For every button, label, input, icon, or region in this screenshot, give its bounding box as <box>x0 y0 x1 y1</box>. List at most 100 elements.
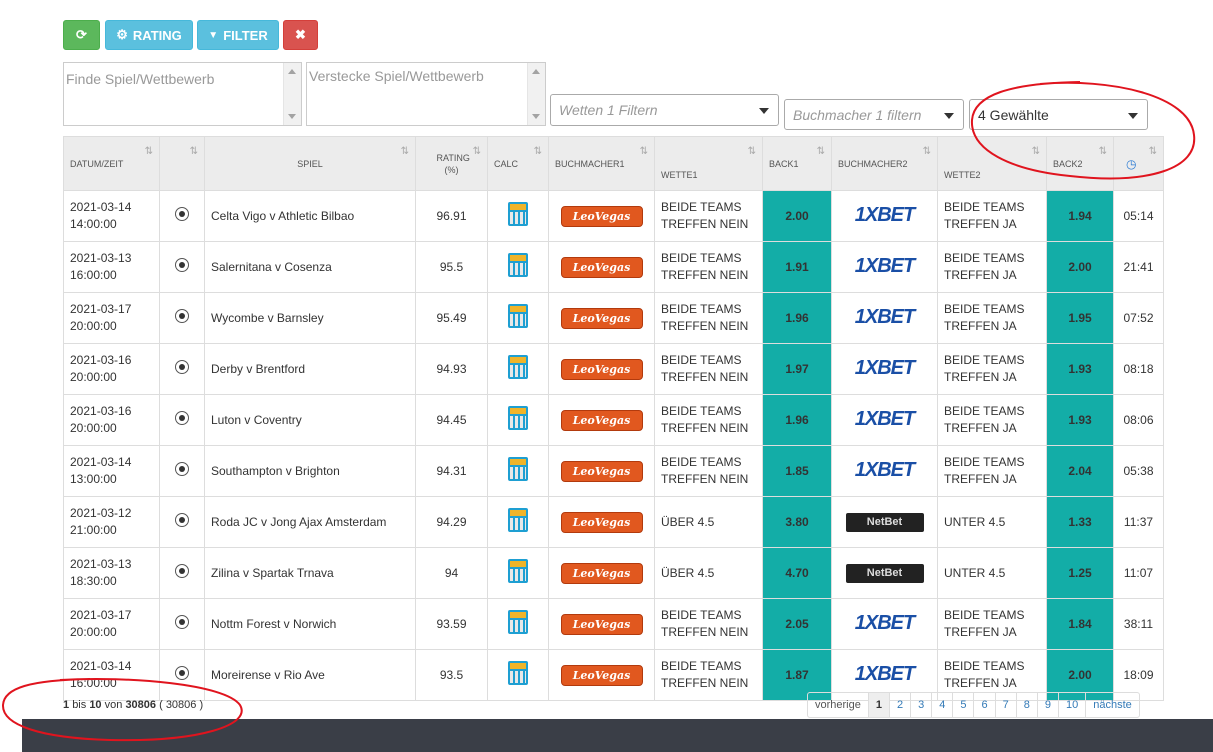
header-wette1[interactable]: WETTE1 ⇅ <box>654 136 763 191</box>
clear-button[interactable]: ✖ <box>283 20 318 50</box>
header-buchmacher2[interactable]: BUCHMACHER2 ⇅ <box>831 136 938 191</box>
cell-calc[interactable] <box>487 343 549 395</box>
sort-icon[interactable]: ⇅ <box>145 146 154 157</box>
cell-calc[interactable] <box>487 598 549 650</box>
cell-bookmaker2[interactable]: 1XBET <box>831 292 938 344</box>
cell-calc[interactable] <box>487 292 549 344</box>
header-wette2[interactable]: WETTE2 ⇅ <box>937 136 1047 191</box>
cell-back1[interactable]: 1.85 <box>762 445 832 497</box>
cell-bookmaker2[interactable]: NetBet <box>831 547 938 599</box>
find-scrollbar[interactable] <box>283 63 301 125</box>
cell-bookmaker2[interactable]: 1XBET <box>831 241 938 293</box>
pagination-page[interactable]: 5 <box>952 693 973 717</box>
cell-match[interactable]: Luton v Coventry <box>204 394 416 446</box>
table-row[interactable]: 2021-03-13 16:00:00 Salernitana v Cosenza 9… <box>63 241 1164 293</box>
pagination-page[interactable]: 2 <box>888 693 910 717</box>
hide-scrollbar[interactable] <box>527 63 545 125</box>
pagination-page[interactable]: 7 <box>994 693 1016 717</box>
cell-bookmaker2[interactable]: 1XBET <box>831 343 938 395</box>
table-row[interactable]: 2021-03-16 20:00:00 Derby v Brentford 94.93… <box>63 343 1164 395</box>
cell-back1[interactable]: 4.70 <box>762 547 832 599</box>
cell-calc[interactable] <box>487 496 549 548</box>
cell-back1[interactable]: 1.91 <box>762 241 832 293</box>
cell-match[interactable]: Roda JC v Jong Ajax Amsterdam <box>204 496 416 548</box>
header-datum-zeit[interactable]: DATUM/ZEIT ⇅ <box>63 136 160 191</box>
sort-icon[interactable]: ⇅ <box>1099 146 1108 157</box>
calculator-icon[interactable] <box>508 507 528 532</box>
hide-match-input[interactable]: Verstecke Spiel/Wettbewerb <box>306 62 546 126</box>
selected-filter-select[interactable]: 4 Gewählte <box>969 99 1148 130</box>
cell-bookmaker1[interactable]: LeoVegas <box>548 649 655 701</box>
sort-icon[interactable]: ⇅ <box>190 146 199 157</box>
bets-filter-select[interactable]: Wetten 1 Filtern <box>550 94 779 126</box>
calculator-icon[interactable] <box>508 303 528 328</box>
cell-back2[interactable]: 1.84 <box>1046 598 1114 650</box>
pagination-page[interactable]: 8 <box>1015 693 1037 717</box>
pagination-prev[interactable]: vorherige <box>808 693 868 717</box>
cell-bookmaker1[interactable]: LeoVegas <box>548 394 655 446</box>
sort-icon[interactable]: ⇅ <box>1032 146 1041 157</box>
cell-bookmaker1[interactable]: LeoVegas <box>548 547 655 599</box>
cell-bookmaker2[interactable]: NetBet <box>831 496 938 548</box>
cell-back2[interactable]: 1.93 <box>1046 343 1114 395</box>
table-row[interactable]: 2021-03-17 20:00:00 Nottm Forest v Norwich… <box>63 598 1164 650</box>
cell-back1[interactable]: 2.05 <box>762 598 832 650</box>
cell-back1[interactable]: 2.00 <box>762 190 832 242</box>
cell-bookmaker1[interactable]: LeoVegas <box>548 292 655 344</box>
cell-calc[interactable] <box>487 649 549 701</box>
find-match-input[interactable]: Finde Spiel/Wettbewerb <box>63 62 302 126</box>
calculator-icon[interactable] <box>508 201 528 226</box>
calculator-icon[interactable] <box>508 558 528 583</box>
cell-match[interactable]: Nottm Forest v Norwich <box>204 598 416 650</box>
cell-back2[interactable]: 2.00 <box>1046 241 1114 293</box>
cell-back2[interactable]: 2.04 <box>1046 445 1114 497</box>
cell-back2[interactable]: 1.94 <box>1046 190 1114 242</box>
sort-icon[interactable]: ⇅ <box>817 146 826 157</box>
cell-back2[interactable]: 1.93 <box>1046 394 1114 446</box>
header-back2[interactable]: BACK2 ⇅ <box>1046 136 1114 191</box>
table-row[interactable]: 2021-03-12 21:00:00 Roda JC v Jong Ajax Am… <box>63 496 1164 548</box>
calculator-icon[interactable] <box>508 354 528 379</box>
cell-back1[interactable]: 3.80 <box>762 496 832 548</box>
cell-calc[interactable] <box>487 547 549 599</box>
cell-match[interactable]: Celta Vigo v Athletic Bilbao <box>204 190 416 242</box>
cell-match[interactable]: Southampton v Brighton <box>204 445 416 497</box>
cell-bookmaker1[interactable]: LeoVegas <box>548 445 655 497</box>
pagination-page[interactable]: 1 <box>867 693 889 717</box>
cell-calc[interactable] <box>487 190 549 242</box>
cell-back1[interactable]: 1.96 <box>762 292 832 344</box>
pagination-page[interactable]: 3 <box>910 693 931 717</box>
sort-icon[interactable]: ⇅ <box>401 146 410 157</box>
header-sport[interactable]: ⇅ <box>159 136 205 191</box>
cell-bookmaker1[interactable]: LeoVegas <box>548 598 655 650</box>
table-row[interactable]: 2021-03-14 13:00:00 Southampton v Brighton… <box>63 445 1164 497</box>
cell-calc[interactable] <box>487 241 549 293</box>
cell-calc[interactable] <box>487 394 549 446</box>
pagination-next[interactable]: nächste <box>1085 693 1139 717</box>
sort-icon[interactable]: ⇅ <box>748 146 757 157</box>
cell-bookmaker1[interactable]: LeoVegas <box>548 190 655 242</box>
sort-icon[interactable]: ⇅ <box>473 146 482 158</box>
cell-match[interactable]: Derby v Brentford <box>204 343 416 395</box>
cell-match[interactable]: Zilina v Spartak Trnava <box>204 547 416 599</box>
cell-match[interactable]: Wycombe v Barnsley <box>204 292 416 344</box>
sort-icon[interactable]: ⇅ <box>640 146 649 157</box>
sort-icon[interactable]: ⇅ <box>534 146 543 157</box>
calculator-icon[interactable] <box>508 252 528 277</box>
table-row[interactable]: 2021-03-17 20:00:00 Wycombe v Barnsley 95.4… <box>63 292 1164 344</box>
header-back1[interactable]: BACK1 ⇅ <box>762 136 832 191</box>
pagination-page[interactable]: 10 <box>1057 693 1085 717</box>
cell-back2[interactable]: 1.33 <box>1046 496 1114 548</box>
cell-back1[interactable]: 1.97 <box>762 343 832 395</box>
cell-match[interactable]: Moreirense v Rio Ave <box>204 649 416 701</box>
table-row[interactable]: 2021-03-16 20:00:00 Luton v Coventry 94.45 L… <box>63 394 1164 446</box>
calculator-icon[interactable] <box>508 609 528 634</box>
sort-icon[interactable]: ⇅ <box>1149 146 1158 157</box>
table-row[interactable]: 2021-03-13 18:30:00 Zilina v Spartak Trnav… <box>63 547 1164 599</box>
header-buchmacher1[interactable]: BUCHMACHER1 ⇅ <box>548 136 655 191</box>
pagination-page[interactable]: 6 <box>973 693 994 717</box>
calculator-icon[interactable] <box>508 456 528 481</box>
calculator-icon[interactable] <box>508 660 528 685</box>
header-calc[interactable]: CALC ⇅ <box>487 136 549 191</box>
sort-icon[interactable]: ⇅ <box>923 146 932 157</box>
